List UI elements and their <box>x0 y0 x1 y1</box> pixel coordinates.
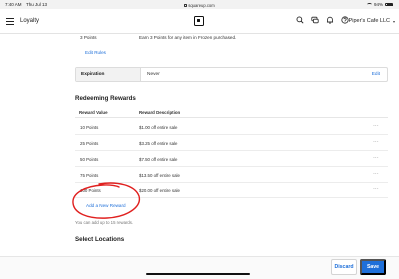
table-row: 10 Points $1.00 off entire sale ··· <box>75 119 388 135</box>
column-reward-value: Reward Value <box>79 110 108 115</box>
lock-icon <box>184 3 188 7</box>
save-button[interactable]: Save <box>360 259 386 275</box>
status-bar: 7:40 AM Thu Jul 13 squareup.com 94% <box>0 0 399 9</box>
earning-description: Earn 3 Points for any item in Frozen pur… <box>139 35 237 40</box>
redeeming-rewards-title: Redeeming Rewards <box>75 95 136 102</box>
reward-value: 75 Points <box>80 173 99 178</box>
menu-icon[interactable] <box>6 18 14 25</box>
address-bar[interactable]: squareup.com <box>0 3 399 8</box>
reward-value: 50 Points <box>80 157 99 162</box>
more-options-icon[interactable]: ··· <box>373 171 379 177</box>
reward-description: $13.50 off entire sale <box>139 173 180 178</box>
search-icon[interactable] <box>296 16 304 24</box>
more-options-icon[interactable]: ··· <box>373 155 379 161</box>
reward-description: $1.00 off entire sale <box>139 125 178 130</box>
expiration-value: Never <box>147 72 160 77</box>
status-indicators: 94% <box>366 2 393 7</box>
table-row: 50 Points $7.50 off entire sale ··· <box>75 151 388 167</box>
reward-description: $3.25 off entire sale <box>139 141 178 146</box>
url-text: squareup.com <box>188 2 215 8</box>
account-switcher[interactable]: Piper's Cafe LLC <box>349 18 390 24</box>
more-options-icon[interactable]: ··· <box>373 139 379 145</box>
home-indicator <box>146 273 250 275</box>
messages-icon[interactable] <box>311 16 319 24</box>
bell-icon[interactable] <box>326 16 334 24</box>
square-logo-icon[interactable] <box>194 15 204 26</box>
expiration-edit-link[interactable]: Edit <box>372 72 380 77</box>
annotation-circle <box>72 182 141 219</box>
reward-value: 10 Points <box>80 125 99 130</box>
expiration-row: Expiration Never Edit <box>75 67 388 82</box>
wifi-icon <box>366 3 372 6</box>
reward-description: $7.50 off entire sale <box>139 157 178 162</box>
more-options-icon[interactable]: ··· <box>373 123 379 129</box>
earning-points: 3 Points <box>80 35 97 40</box>
discard-button[interactable]: Discard <box>331 259 357 275</box>
column-reward-description: Reward Description <box>139 110 181 115</box>
rewards-table-header: Reward Value Reward Description <box>75 108 388 118</box>
header-icons <box>296 16 349 24</box>
reward-value: 25 Points <box>80 141 99 146</box>
battery-percent: 94% <box>373 2 383 7</box>
battery-icon <box>385 2 393 7</box>
chevron-down-icon[interactable]: ▾ <box>393 19 395 24</box>
app-header: Loyalty Piper's Cafe LLC ▾ <box>0 9 399 34</box>
page-title: Loyalty <box>20 17 40 24</box>
select-locations-title: Select Locations <box>75 236 125 243</box>
rewards-limit-note: You can add up to 15 rewards. <box>75 220 134 225</box>
expiration-label: Expiration <box>76 68 141 81</box>
edit-rules-link[interactable]: Edit Rules <box>85 50 106 55</box>
table-row: 25 Points $3.25 off entire sale ··· <box>75 135 388 151</box>
reward-description: $20.00 off entire sale <box>139 188 180 193</box>
more-options-icon[interactable]: ··· <box>373 186 379 192</box>
